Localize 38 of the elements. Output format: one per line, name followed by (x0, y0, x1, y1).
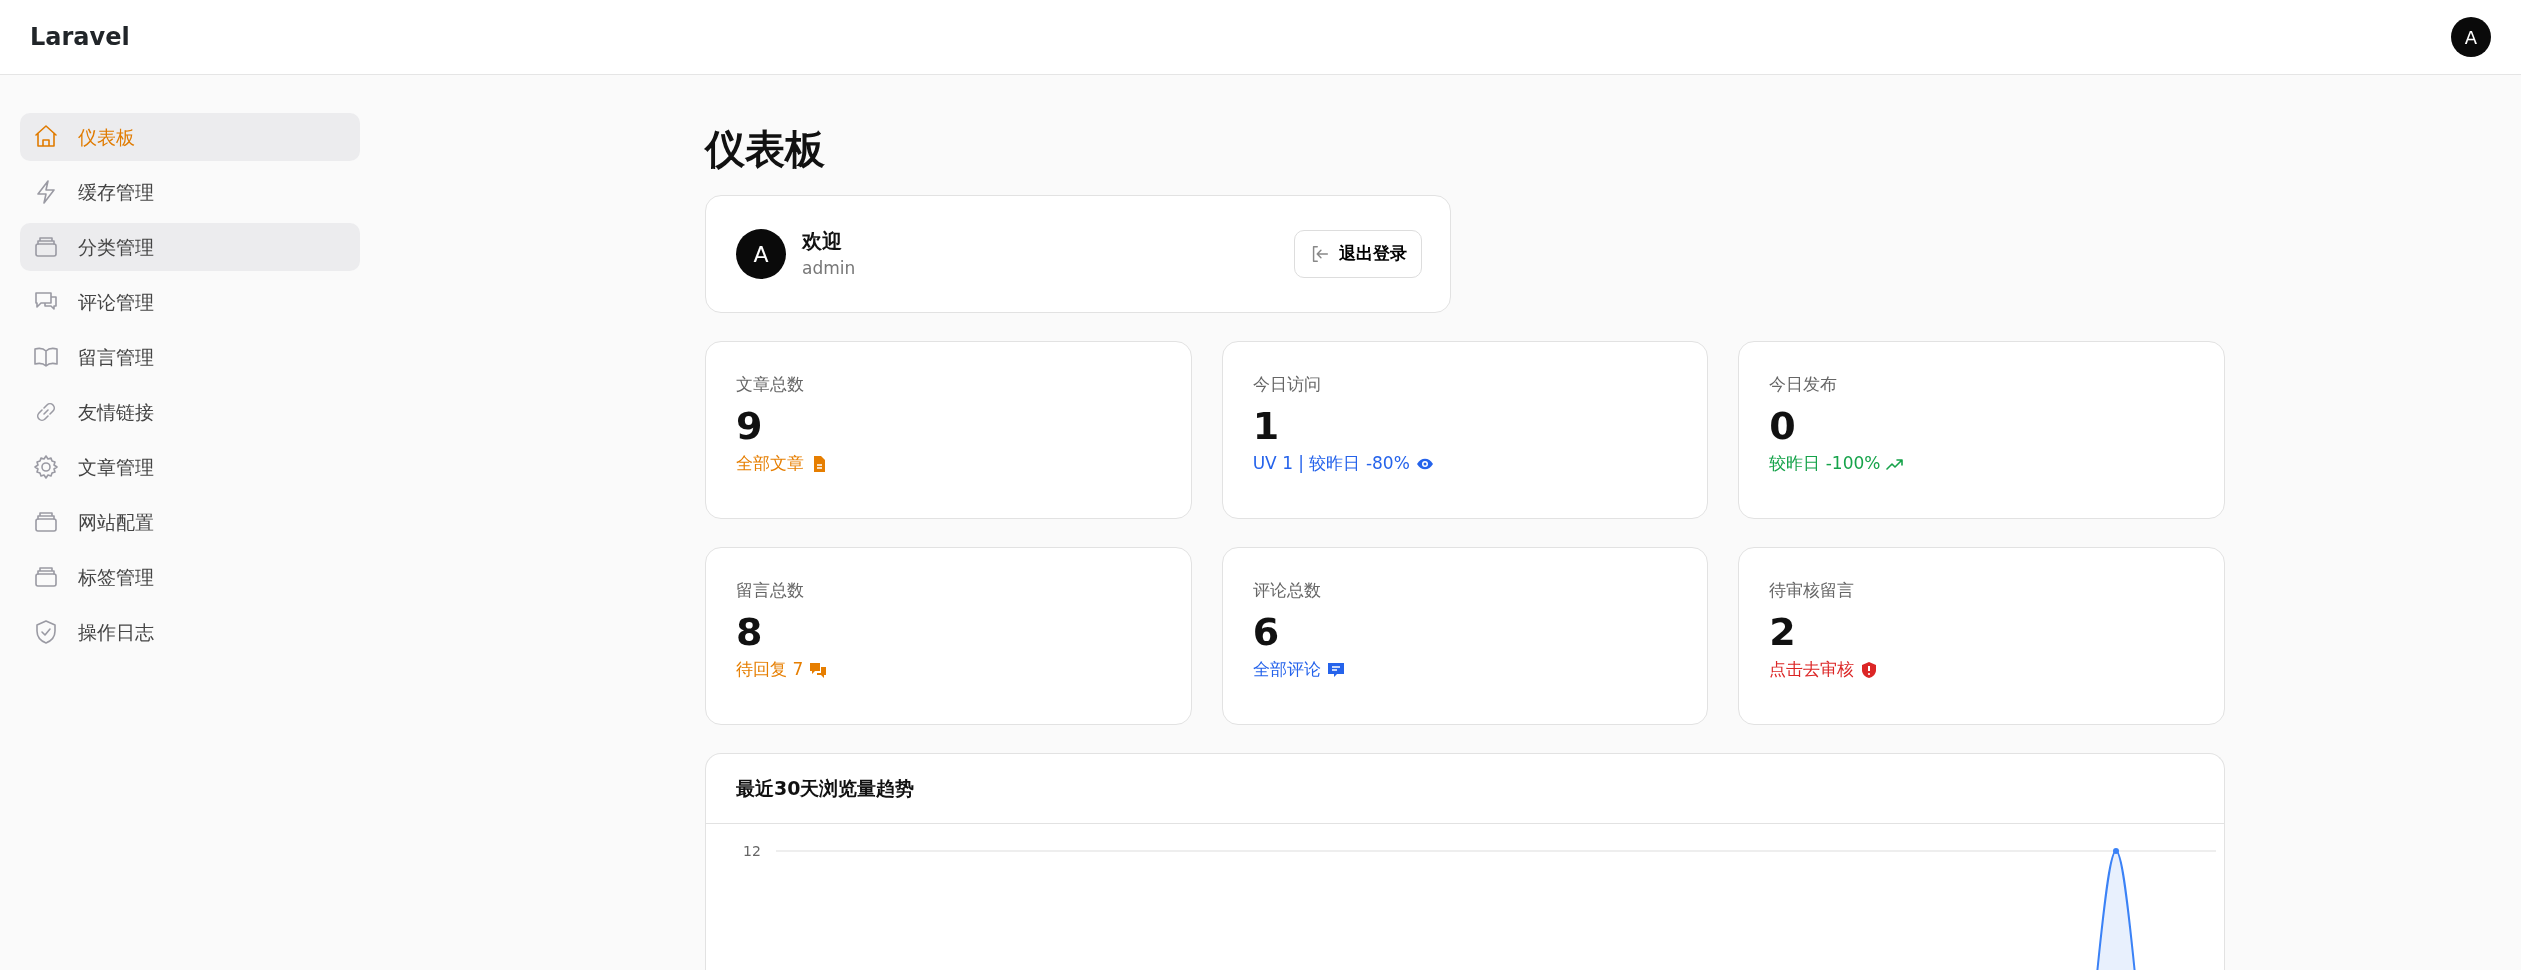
stat-title: 今日发布 (1769, 373, 1839, 396)
stat-value: 1 (1252, 402, 1281, 450)
sidebar-item[interactable]: 分类管理 (20, 223, 360, 271)
stat-value: 8 (736, 608, 764, 656)
stat-link[interactable]: 点击去审核 (1769, 656, 2194, 683)
stat-title: 文章总数 (736, 373, 805, 396)
sidebar-item[interactable]: 网站配置 (20, 498, 360, 546)
sidebar-item[interactable]: 友情链接 (20, 388, 360, 436)
stat-value: 9 (736, 402, 764, 450)
stat-title: 待审核留言 (1769, 579, 1856, 602)
shield-alert-icon (1860, 660, 1879, 679)
user-avatar[interactable]: A (2451, 17, 2491, 57)
sidebar-item[interactable]: 操作日志 (20, 608, 360, 656)
gear-icon (32, 453, 60, 481)
stat-link[interactable]: 全部评论 (1252, 656, 1678, 683)
logout-button[interactable]: 退出登录 (1294, 230, 1422, 278)
sidebar-item[interactable]: 缓存管理 (20, 168, 360, 216)
user-avatar: A (736, 229, 786, 279)
stat-link[interactable]: UV 1 | 较昨日 -80% (1252, 450, 1678, 477)
page-title: 仪表板 (705, 125, 826, 173)
chat-bubbles-icon (809, 660, 828, 679)
stat-title: 今日访问 (1252, 373, 1322, 396)
data-point (2113, 847, 2119, 854)
sidebar-item[interactable]: 标签管理 (20, 553, 360, 601)
brand-logo[interactable]: Laravel (30, 19, 130, 55)
greeting: 欢迎 (802, 228, 843, 256)
sidebar-item[interactable]: 留言管理 (20, 333, 360, 381)
stat-title: 留言总数 (736, 579, 805, 602)
stat-title: 评论总数 (1252, 579, 1322, 602)
message-icon (1326, 660, 1345, 679)
stat-value: 0 (1769, 402, 1797, 450)
sidebar-item[interactable]: 文章管理 (20, 443, 360, 491)
axis-tick-label: 12 (743, 841, 761, 861)
username: admin (802, 257, 856, 281)
chart-title: 最近30天浏览量趋势 (706, 754, 2224, 824)
stat-value: 2 (1769, 608, 1797, 656)
stat-value: 6 (1252, 608, 1281, 656)
sidebar-item[interactable]: 评论管理 (20, 278, 360, 326)
